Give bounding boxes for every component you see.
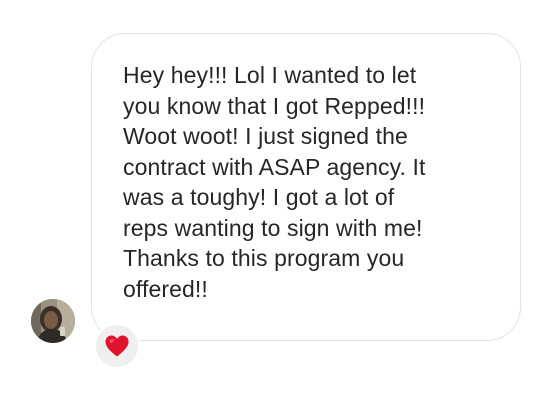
red-heart-icon bbox=[105, 335, 129, 357]
sender-avatar[interactable] bbox=[31, 299, 75, 343]
message-bubble[interactable]: Hey hey!!! Lol I wanted to let you know … bbox=[91, 33, 521, 341]
message-text: Hey hey!!! Lol I wanted to let you know … bbox=[123, 62, 426, 302]
message-thread: Hey hey!!! Lol I wanted to let you know … bbox=[0, 0, 552, 400]
avatar-photo-icon bbox=[31, 299, 75, 343]
heart-reaction[interactable] bbox=[94, 323, 140, 369]
